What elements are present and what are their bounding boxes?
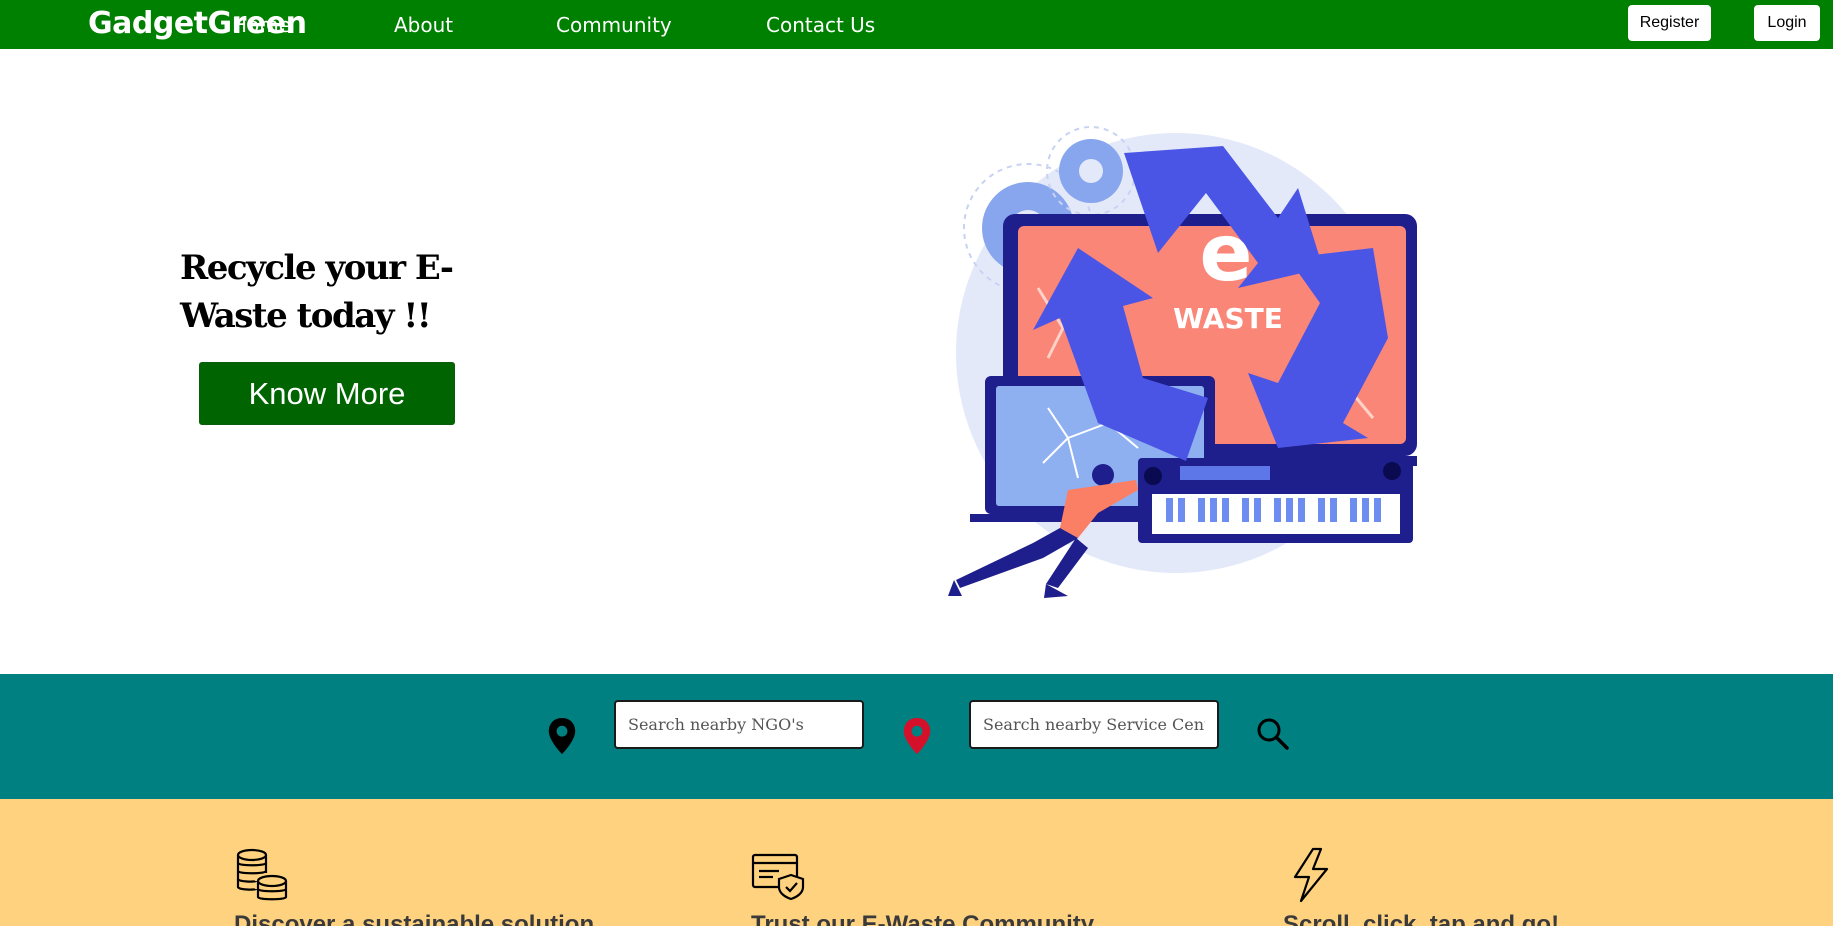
search-button[interactable]	[1253, 715, 1293, 755]
nav-home-link[interactable]: Home	[232, 13, 291, 37]
nav-community-link[interactable]: Community	[556, 13, 672, 37]
location-pin-icon	[548, 718, 576, 754]
coins-icon	[236, 848, 288, 901]
navbar: GadgetGreen Home About Community Contact…	[0, 0, 1833, 49]
login-button[interactable]: Login	[1754, 5, 1820, 41]
nav-about-link[interactable]: About	[394, 13, 453, 37]
illustration-waste-word: WASTE	[1173, 302, 1283, 335]
ewaste-illustration: e WASTE	[948, 126, 1417, 598]
features-section: Discover a sustainable solution Trust ou…	[0, 799, 1833, 926]
register-button[interactable]: Register	[1628, 5, 1711, 41]
ngo-search-input[interactable]	[614, 700, 864, 749]
service-center-search-input[interactable]	[969, 700, 1219, 749]
illustration-e-letter: e	[1200, 209, 1253, 299]
know-more-button[interactable]: Know More	[199, 362, 455, 425]
gear-icon	[1046, 126, 1136, 216]
search-icon	[1257, 718, 1289, 750]
nav-contact-link[interactable]: Contact Us	[766, 13, 875, 37]
feature-text: Scroll, click, tap and go!	[1283, 911, 1560, 926]
location-pin-icon	[903, 718, 931, 754]
hero-title: Recycle your E-Waste today !!	[180, 248, 454, 336]
lightning-icon	[1293, 847, 1329, 903]
secure-card-icon	[751, 853, 805, 901]
feature-text: Trust our E-Waste Community	[751, 911, 1095, 926]
feature-text: Discover a sustainable solution	[234, 911, 595, 926]
